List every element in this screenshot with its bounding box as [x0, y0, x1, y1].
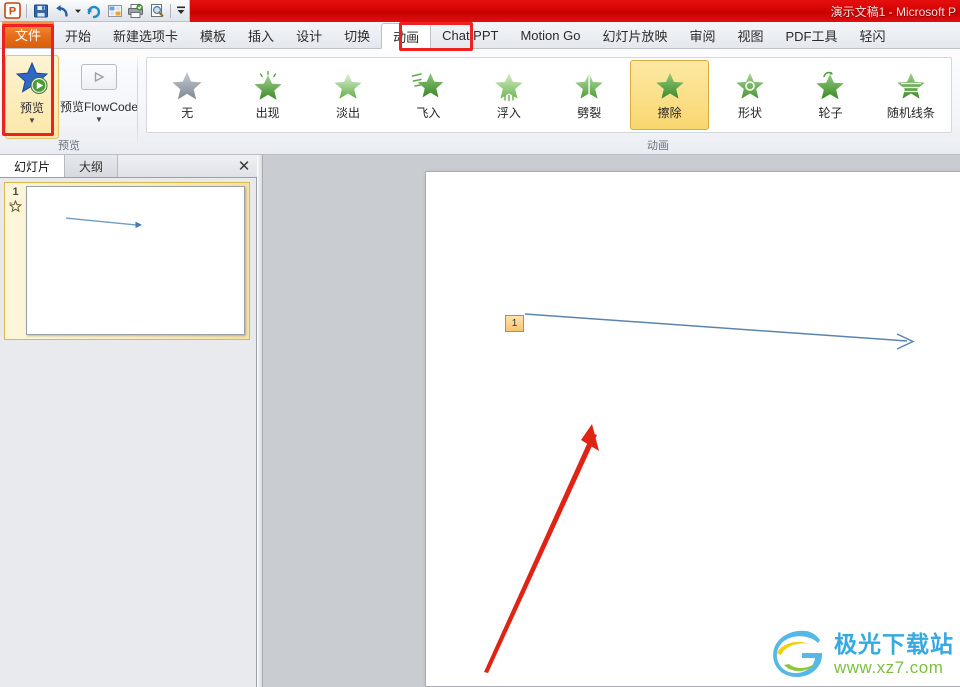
animation-effect-floatin-label: 浮入 [496, 105, 521, 120]
customize-toolbar-icon[interactable] [175, 1, 186, 20]
panel-splitter[interactable] [258, 155, 263, 687]
qat-separator [26, 3, 27, 18]
print-icon[interactable] [126, 1, 145, 20]
preview-button-label: 预览 [19, 101, 44, 115]
tab-motion-go[interactable]: Motion Go [509, 23, 591, 48]
animation-effect-wheel-label: 轮子 [818, 105, 843, 120]
ribbon-group-animation-label: 动画 [647, 140, 669, 152]
title-bar: P 演示文稿1 - Microsoft P [0, 0, 960, 22]
star-none-icon [172, 71, 202, 99]
undo-dropdown-icon[interactable] [73, 1, 82, 20]
animation-effect-appear-label: 出现 [255, 105, 280, 120]
animation-effect-split-label: 劈裂 [577, 105, 602, 120]
animation-effect-wipe-label: 擦除 [657, 105, 682, 120]
animation-effect-shape[interactable]: 形状 [711, 60, 789, 130]
animation-effect-flyin[interactable]: 飞入 [389, 60, 467, 130]
svg-text:P: P [9, 6, 16, 18]
quick-access-toolbar[interactable]: P [0, 0, 190, 22]
redo-icon[interactable] [84, 1, 103, 20]
star-flyin-icon [412, 72, 444, 97]
tab-review[interactable]: 审阅 [678, 23, 726, 48]
save-icon[interactable] [31, 1, 50, 20]
panel-tab-slides[interactable]: 幻灯片 [0, 155, 66, 177]
watermark-url: www.xz7.com [834, 657, 944, 677]
tab-file[interactable]: 文件 [2, 21, 54, 48]
animation-effect-shape-label: 形状 [738, 105, 763, 120]
ribbon-group-preview-label: 预览 [58, 140, 80, 152]
animation-effect-split[interactable]: 劈裂 [550, 60, 628, 130]
slide-thumbnail-item[interactable]: 1 [4, 182, 250, 340]
tab-template[interactable]: 模板 [189, 23, 237, 48]
star-wipe-icon [655, 72, 684, 99]
animation-effect-wheel[interactable]: 轮子 [791, 60, 869, 130]
ribbon-tab-strip: 文件 开始 新建选项卡 模板 插入 设计 切换 动画 Chat PPT Moti… [0, 21, 960, 49]
star-appear-icon [254, 70, 282, 100]
panel-tab-outline[interactable]: 大纲 [65, 155, 119, 177]
blue-arrow [524, 313, 915, 350]
star-shape-icon [736, 72, 764, 99]
tab-transitions[interactable]: 切换 [333, 23, 381, 48]
watermark: 极光下载站 www.xz7.com [772, 629, 954, 679]
tab-view[interactable]: 视图 [726, 23, 774, 48]
slide-thumbnail-meta: 1 [5, 183, 26, 339]
undo-icon[interactable] [52, 1, 71, 20]
slide-canvas[interactable]: 1 [425, 171, 960, 687]
tab-start[interactable]: 开始 [54, 23, 102, 48]
ribbon: 预览 ▼ 预览FlowCode ▼ 预览 无 出现 淡出 飞入 浮入 劈裂 擦除… [0, 49, 960, 155]
animation-effect-wipe[interactable]: 擦除 [630, 60, 709, 130]
star-fade-icon [334, 72, 362, 99]
tab-design[interactable]: 设计 [285, 23, 333, 48]
tab-pdf-tools[interactable]: PDF工具 [775, 23, 849, 48]
star-wheel-icon [816, 71, 845, 99]
star-randomlines-icon [897, 72, 925, 99]
slide-panel-body: 1 [0, 178, 256, 687]
ribbon-group-animation: 无 出现 淡出 飞入 浮入 劈裂 擦除 形状 轮子 随机线条 动画 [138, 49, 960, 155]
tab-insert[interactable]: 插入 [237, 23, 285, 48]
animation-effect-random-lines-label: 随机线条 [886, 105, 935, 120]
animation-effect-fade[interactable]: 淡出 [309, 60, 387, 130]
animation-effect-fade-label: 淡出 [336, 105, 361, 120]
preview-flowcode-button[interactable]: 预览FlowCode ▼ [59, 55, 139, 139]
star-split-icon [575, 71, 603, 100]
slide-thumbnail-preview [26, 186, 245, 335]
animation-gallery[interactable]: 无 出现 淡出 飞入 浮入 劈裂 擦除 形状 轮子 随机线条 [146, 57, 952, 133]
preview-dropdown-caret-icon[interactable]: ▼ [28, 116, 36, 125]
red-arrow [484, 424, 599, 673]
slide-panel-tabs: 幻灯片 大纲 ✕ [0, 155, 257, 178]
preview-flowcode-label: 预览FlowCode [59, 100, 139, 114]
animation-effect-appear[interactable]: 出现 [228, 60, 306, 130]
animation-effect-flyin-label: 飞入 [416, 105, 441, 120]
print-preview-icon[interactable] [147, 1, 166, 20]
powerpoint-logo-icon: P [3, 1, 22, 20]
editor-area: 1 [258, 155, 960, 687]
animation-effect-floatin[interactable]: 浮入 [470, 60, 548, 130]
animation-order-tag[interactable]: 1 [505, 315, 524, 332]
animation-effect-none-label: 无 [181, 105, 194, 120]
tab-slideshow[interactable]: 幻灯片放映 [591, 23, 678, 48]
preview-button[interactable]: 预览 ▼ [5, 55, 59, 139]
ribbon-group-preview: 预览 ▼ 预览FlowCode ▼ 预览 [0, 49, 138, 155]
tab-animations[interactable]: 动画 [381, 23, 432, 49]
flowcode-dropdown-caret-icon[interactable]: ▼ [95, 115, 103, 124]
new-slide-icon[interactable] [105, 1, 124, 20]
animation-effect-none[interactable]: 无 [148, 60, 226, 130]
tab-chat-ppt[interactable]: Chat PPT [431, 23, 509, 48]
window-title: 演示文稿1 - Microsoft P [830, 4, 956, 19]
tab-qingshan[interactable]: 轻闪 [849, 23, 897, 48]
watermark-title: 极光下载站 [834, 630, 954, 657]
animation-effect-random-lines[interactable]: 随机线条 [872, 60, 950, 130]
slide-number: 1 [12, 186, 19, 198]
star-icon [9, 200, 22, 213]
star-floatin-icon [495, 72, 523, 101]
star-play-icon [15, 61, 49, 94]
close-icon[interactable]: ✕ [231, 155, 257, 177]
play-rect-icon [81, 64, 117, 90]
tab-new-tab[interactable]: 新建选项卡 [102, 23, 189, 48]
watermark-text: 极光下载站 www.xz7.com [834, 630, 954, 677]
qat-separator-2 [170, 3, 171, 18]
aurora-logo-icon [773, 630, 823, 677]
slide-panel: 幻灯片 大纲 ✕ 1 [0, 155, 257, 687]
